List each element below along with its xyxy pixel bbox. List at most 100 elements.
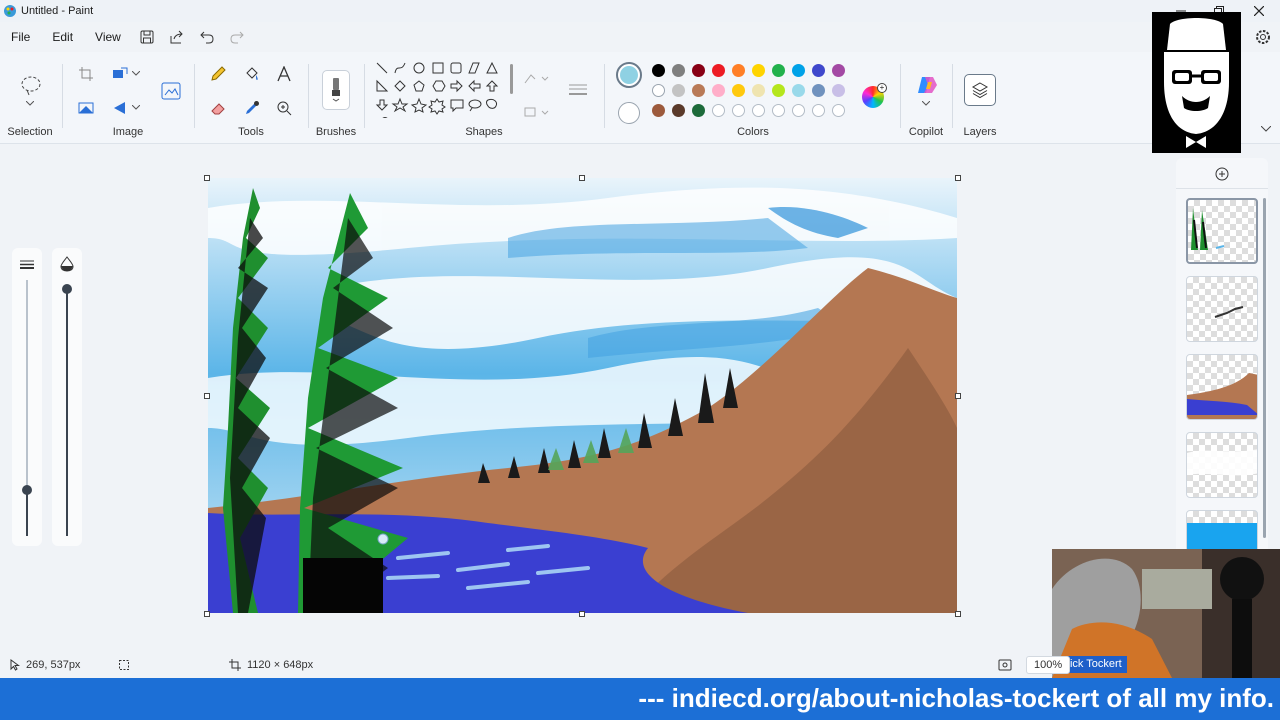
- palette-swatch[interactable]: [752, 64, 765, 77]
- opacity-slider[interactable]: [62, 284, 72, 536]
- fill-tool[interactable]: [240, 62, 264, 86]
- resize-button[interactable]: [108, 62, 132, 86]
- shape-size-button[interactable]: [566, 78, 590, 102]
- resize-handle-top-right[interactable]: [955, 175, 961, 181]
- palette-swatch[interactable]: [672, 64, 685, 77]
- brush-size-slider[interactable]: [22, 280, 32, 536]
- copilot-dropdown[interactable]: [918, 98, 934, 108]
- palette-swatch[interactable]: [712, 84, 725, 97]
- brush-size-slider-thumb[interactable]: [22, 485, 32, 495]
- palette-swatch[interactable]: [752, 84, 765, 97]
- resize-handle-bottom-right[interactable]: [955, 611, 961, 617]
- colors-label: Colors: [737, 126, 769, 138]
- palette-swatch[interactable]: [772, 64, 785, 77]
- pencil-tool[interactable]: [206, 62, 230, 86]
- palette-swatch[interactable]: [792, 64, 805, 77]
- undo-button[interactable]: [192, 25, 222, 49]
- tools-group: Tools: [198, 58, 304, 142]
- close-icon: [1254, 6, 1264, 16]
- palette-swatch[interactable]: [832, 84, 845, 97]
- palette-swatch[interactable]: [712, 64, 725, 77]
- layer-thumbnail-4[interactable]: [1186, 432, 1258, 498]
- resize-dropdown[interactable]: [130, 66, 142, 80]
- resize-handle-top[interactable]: [579, 175, 585, 181]
- rotate-dropdown[interactable]: [130, 100, 142, 114]
- menu-view[interactable]: View: [84, 30, 132, 44]
- image-creator-icon: [161, 82, 181, 100]
- layer-3-preview: [1187, 373, 1257, 419]
- menu-edit[interactable]: Edit: [41, 30, 84, 44]
- brushes-button[interactable]: [322, 70, 350, 110]
- layers-scrollbar[interactable]: [1263, 198, 1266, 538]
- eraser-tool[interactable]: [206, 96, 230, 120]
- opacity-slider-thumb[interactable]: [62, 284, 72, 294]
- empty-custom-swatch[interactable]: [832, 104, 845, 117]
- share-button[interactable]: [162, 25, 192, 49]
- palette-swatch[interactable]: [732, 84, 745, 97]
- selection-dropdown[interactable]: [22, 98, 38, 108]
- palette-swatch[interactable]: [832, 64, 845, 77]
- palette-swatch[interactable]: [652, 104, 665, 117]
- menu-file[interactable]: File: [0, 30, 41, 44]
- resize-handle-left[interactable]: [204, 393, 210, 399]
- empty-custom-swatch[interactable]: [772, 104, 785, 117]
- add-layer-button[interactable]: [1212, 164, 1232, 184]
- chevron-down-icon: [26, 100, 34, 106]
- magnifier-tool[interactable]: [272, 96, 296, 120]
- drawing-canvas[interactable]: [208, 178, 957, 613]
- palette-swatch[interactable]: [692, 84, 705, 97]
- settings-button[interactable]: [1252, 26, 1274, 48]
- save-button[interactable]: [132, 25, 162, 49]
- palette-swatch[interactable]: [652, 64, 665, 77]
- layer-thumbnail-2[interactable]: [1186, 276, 1258, 342]
- remove-background-button[interactable]: [74, 96, 98, 120]
- empty-custom-swatch[interactable]: [732, 104, 745, 117]
- layer-4-preview: [1187, 449, 1257, 476]
- color-picker-tool[interactable]: [240, 96, 264, 120]
- redo-button[interactable]: [222, 25, 252, 49]
- palette-swatch[interactable]: [792, 84, 805, 97]
- palette-swatch[interactable]: [692, 104, 705, 117]
- palette-swatch[interactable]: [812, 84, 825, 97]
- palette-swatch[interactable]: [772, 84, 785, 97]
- resize-handle-bottom-left[interactable]: [204, 611, 210, 617]
- zoom-level-box[interactable]: 100%: [1026, 655, 1071, 674]
- palette-swatch[interactable]: [672, 84, 685, 97]
- empty-custom-swatch[interactable]: [812, 104, 825, 117]
- resize-handle-top-left[interactable]: [204, 175, 210, 181]
- palette-swatch[interactable]: [692, 64, 705, 77]
- crop-button[interactable]: [74, 62, 98, 86]
- close-button[interactable]: [1240, 0, 1278, 22]
- canvas-size-status: 1120 × 648px: [229, 658, 313, 671]
- secondary-color[interactable]: [618, 102, 640, 124]
- shape-outline-button[interactable]: [522, 66, 550, 90]
- cursor-position-status: 269, 537px: [10, 659, 80, 671]
- empty-custom-swatch[interactable]: [712, 104, 725, 117]
- resize-handle-bottom[interactable]: [579, 611, 585, 617]
- shapes-scrollbar[interactable]: [510, 64, 513, 94]
- fit-to-window-button[interactable]: [998, 659, 1012, 671]
- empty-custom-swatch[interactable]: [752, 104, 765, 117]
- palette-swatch[interactable]: [812, 64, 825, 77]
- resize-handle-right[interactable]: [955, 393, 961, 399]
- selection-button[interactable]: [18, 72, 44, 100]
- layers-button[interactable]: [964, 74, 996, 106]
- primary-color[interactable]: [616, 62, 642, 88]
- undo-icon: [200, 31, 214, 44]
- empty-custom-swatch[interactable]: [792, 104, 805, 117]
- layer-thumbnail-3[interactable]: [1186, 354, 1258, 420]
- text-tool[interactable]: [272, 62, 296, 86]
- canvas-size-icon: [229, 658, 241, 671]
- shapes-label: Shapes: [465, 126, 503, 138]
- shape-fill-button[interactable]: [522, 100, 550, 124]
- ribbon-collapse-button[interactable]: [1258, 122, 1274, 136]
- palette-swatch[interactable]: [652, 84, 665, 97]
- image-creator-button[interactable]: [158, 78, 184, 104]
- palette-swatch[interactable]: [672, 104, 685, 117]
- edit-colors-button[interactable]: +: [862, 83, 887, 108]
- shapes-gallery[interactable]: [372, 60, 512, 118]
- palette-swatch[interactable]: [732, 64, 745, 77]
- copilot-button[interactable]: [914, 72, 940, 98]
- layer-thumbnail-1[interactable]: [1186, 198, 1258, 264]
- rotate-button[interactable]: [108, 96, 132, 120]
